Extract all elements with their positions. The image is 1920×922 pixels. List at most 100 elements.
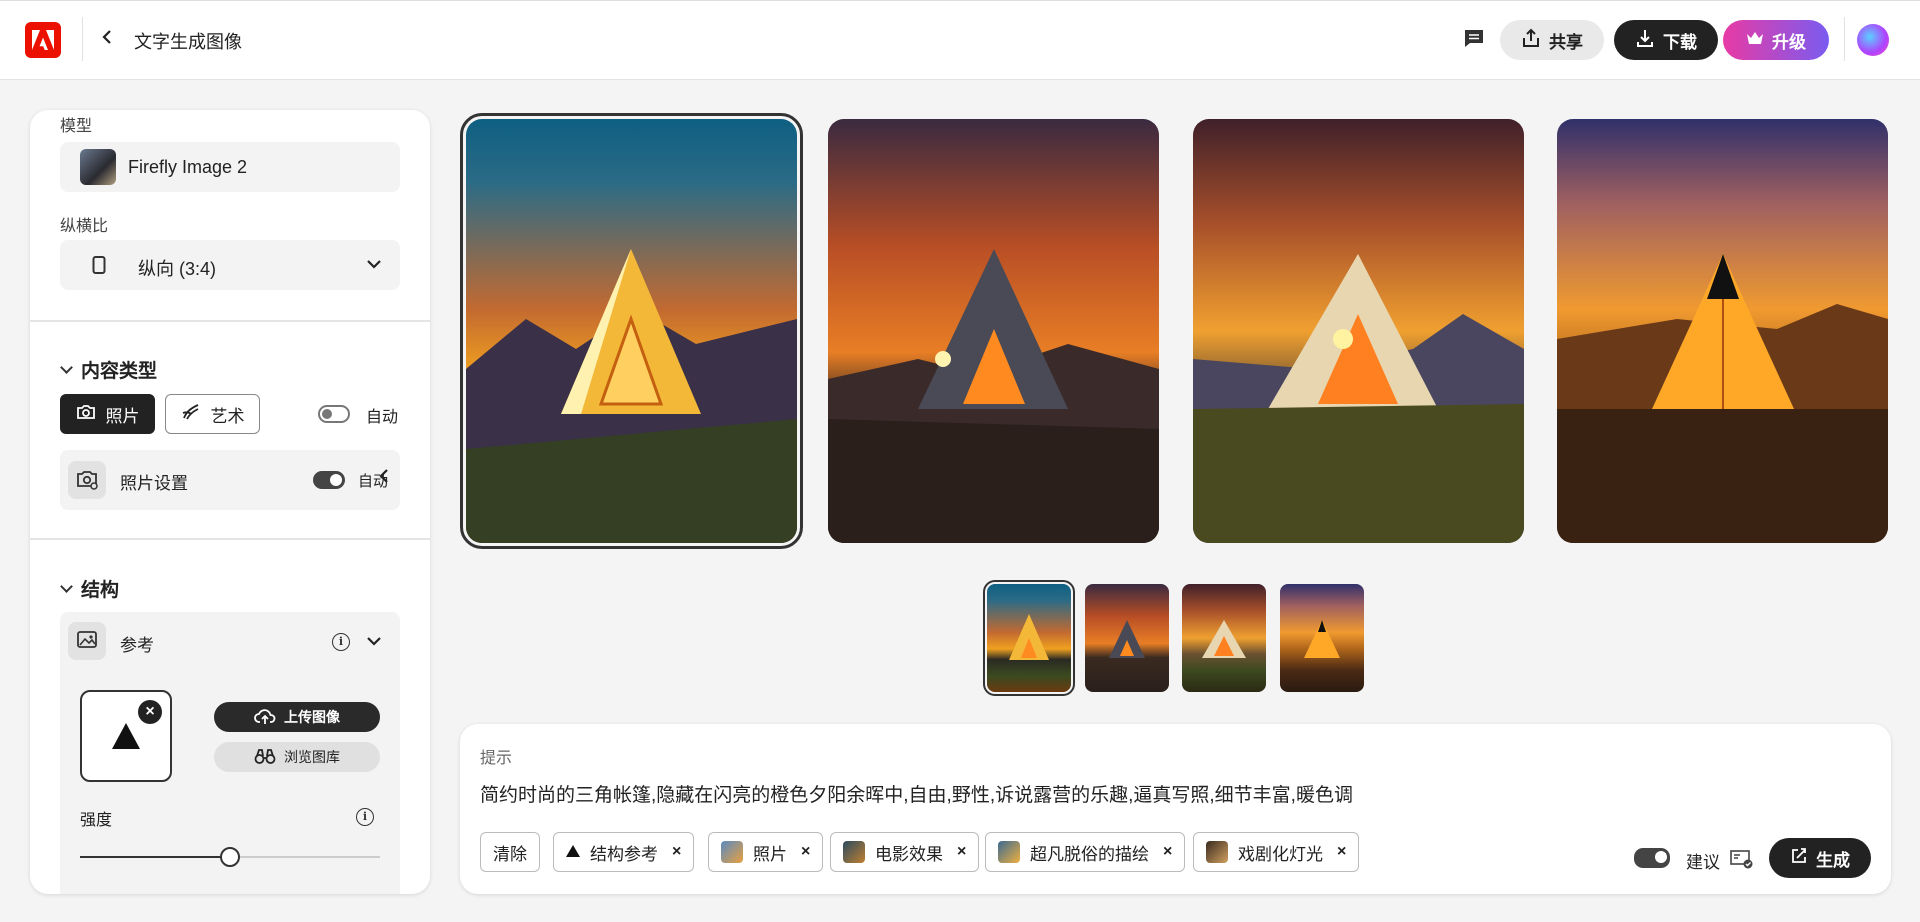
- chip-surreal[interactable]: 超凡脱俗的描绘 ×: [985, 832, 1186, 872]
- camera-icon: [76, 404, 96, 425]
- clear-button[interactable]: 清除: [480, 832, 540, 872]
- photo-type-button[interactable]: 照片: [60, 394, 155, 434]
- triangle-icon: [112, 723, 140, 749]
- comment-icon[interactable]: [1463, 27, 1485, 54]
- chevron-down-icon[interactable]: [366, 634, 382, 652]
- back-chevron-icon[interactable]: [100, 27, 114, 53]
- thumbnail-2[interactable]: [1085, 584, 1169, 692]
- photo-settings-toggle[interactable]: [313, 471, 345, 489]
- prompt-input[interactable]: 简约时尚的三角帐篷,隐藏在闪亮的橙色夕阳余晖中,自由,野性,诉说露营的乐趣,逼真…: [480, 780, 1353, 807]
- chip-thumbnail: [998, 841, 1020, 863]
- aspect-ratio-dropdown[interactable]: 纵向 (3:4): [60, 240, 400, 290]
- chip-label: 电影效果: [875, 844, 943, 864]
- prompt-label: 提示: [480, 750, 513, 767]
- suggest-label: 建议: [1686, 853, 1720, 872]
- clear-label: 清除: [493, 844, 527, 864]
- thumbnail-4[interactable]: [1280, 584, 1364, 692]
- photo-settings-label: 照片设置: [120, 474, 188, 493]
- tent-image: [828, 249, 1159, 543]
- tent-image: [466, 249, 797, 543]
- divider: [30, 320, 430, 322]
- share-label: 共享: [1549, 32, 1583, 52]
- art-type-button[interactable]: 艺术: [165, 394, 260, 434]
- aspect-ratio-label: 纵横比: [60, 218, 109, 235]
- thumbnail-3[interactable]: [1182, 584, 1266, 692]
- binoculars-icon: [254, 748, 276, 767]
- model-selector[interactable]: Firefly Image 2: [60, 142, 400, 192]
- brush-icon: [181, 403, 201, 426]
- tent-thumbnail: [1202, 620, 1246, 658]
- upload-image-button[interactable]: 上传图像: [214, 702, 380, 732]
- avatar[interactable]: [1857, 24, 1889, 56]
- tent-image: [1193, 254, 1524, 543]
- photo-settings-row[interactable]: 照片设置 自动: [60, 450, 400, 510]
- content-type-heading: 内容类型: [81, 361, 158, 382]
- tent-thumbnail: [1009, 614, 1049, 660]
- slider-thumb[interactable]: [220, 847, 240, 867]
- close-icon[interactable]: ×: [672, 843, 681, 861]
- close-icon[interactable]: ×: [801, 843, 810, 861]
- portrait-icon: [92, 256, 106, 279]
- close-icon[interactable]: ×: [1337, 843, 1346, 861]
- generated-image-3[interactable]: [1193, 119, 1524, 543]
- suggestions-toggle[interactable]: [1634, 848, 1670, 868]
- content-type-header[interactable]: 内容类型: [60, 356, 158, 383]
- structure-heading: 结构: [81, 580, 120, 601]
- art-label: 艺术: [210, 406, 245, 426]
- divider: [82, 17, 83, 61]
- generated-image-4[interactable]: [1557, 119, 1888, 543]
- photo-settings-icon: [68, 461, 106, 499]
- upgrade-label: 升级: [1772, 32, 1806, 52]
- top-bar: 文字生成图像 共享 下载 升级: [0, 0, 1920, 80]
- chevron-down-icon: [366, 257, 382, 275]
- generate-icon: [1790, 847, 1808, 870]
- chip-photo[interactable]: 照片 ×: [708, 832, 824, 872]
- thumbnail-1[interactable]: [983, 580, 1075, 696]
- suggestion-settings-icon[interactable]: [1730, 849, 1754, 874]
- chip-cinematic[interactable]: 电影效果 ×: [830, 832, 980, 872]
- crown-icon: [1746, 30, 1764, 51]
- generated-image-2[interactable]: [828, 119, 1159, 543]
- remove-reference-icon[interactable]: ×: [138, 700, 162, 724]
- auto-label: 自动: [366, 409, 399, 426]
- browse-label: 浏览图库: [284, 749, 340, 765]
- structure-header[interactable]: 结构: [60, 575, 120, 602]
- divider: [1844, 17, 1845, 61]
- share-icon: [1521, 28, 1541, 53]
- auto-content-toggle[interactable]: [318, 405, 350, 423]
- upgrade-button[interactable]: 升级: [1723, 20, 1829, 60]
- download-button[interactable]: 下载: [1614, 20, 1718, 60]
- generated-image-1[interactable]: [460, 113, 803, 549]
- chip-label: 超凡脱俗的描绘: [1030, 844, 1149, 864]
- model-thumbnail: [80, 149, 116, 185]
- triangle-icon: [566, 842, 580, 862]
- model-value: Firefly Image 2: [128, 157, 248, 177]
- share-button[interactable]: 共享: [1500, 20, 1604, 60]
- chevron-down-icon: [60, 361, 73, 374]
- upload-label: 上传图像: [284, 709, 340, 725]
- info-icon[interactable]: i: [356, 807, 374, 826]
- info-icon[interactable]: i: [332, 632, 350, 651]
- chip-thumbnail: [1206, 841, 1228, 863]
- close-icon[interactable]: ×: [957, 843, 966, 861]
- tent-image: [1557, 254, 1888, 543]
- chevron-down-icon: [60, 580, 73, 593]
- chip-structure-reference[interactable]: 结构参考 ×: [553, 832, 695, 872]
- download-icon: [1635, 28, 1655, 53]
- prompt-panel: 提示 简约时尚的三角帐篷,隐藏在闪亮的橙色夕阳余晖中,自由,野性,诉说露营的乐趣…: [460, 724, 1891, 894]
- settings-panel: 模型 Firefly Image 2 纵横比 纵向 (3:4) 内容类型 照片 …: [30, 110, 430, 894]
- close-icon[interactable]: ×: [1163, 843, 1172, 861]
- photo-label: 照片: [105, 406, 140, 426]
- slider-fill: [80, 856, 230, 858]
- strength-slider[interactable]: [80, 847, 380, 867]
- generate-button[interactable]: 生成: [1769, 838, 1871, 878]
- chip-dramatic-lighting[interactable]: 戏剧化灯光 ×: [1193, 832, 1360, 872]
- browse-gallery-button[interactable]: 浏览图库: [214, 742, 380, 772]
- aspect-ratio-value: 纵向 (3:4): [138, 259, 217, 279]
- chevron-left-icon[interactable]: [378, 467, 390, 490]
- divider: [30, 538, 430, 540]
- download-label: 下载: [1663, 32, 1697, 52]
- adobe-logo-icon[interactable]: [25, 22, 61, 58]
- generate-label: 生成: [1816, 850, 1850, 870]
- chip-label: 戏剧化灯光: [1238, 844, 1323, 864]
